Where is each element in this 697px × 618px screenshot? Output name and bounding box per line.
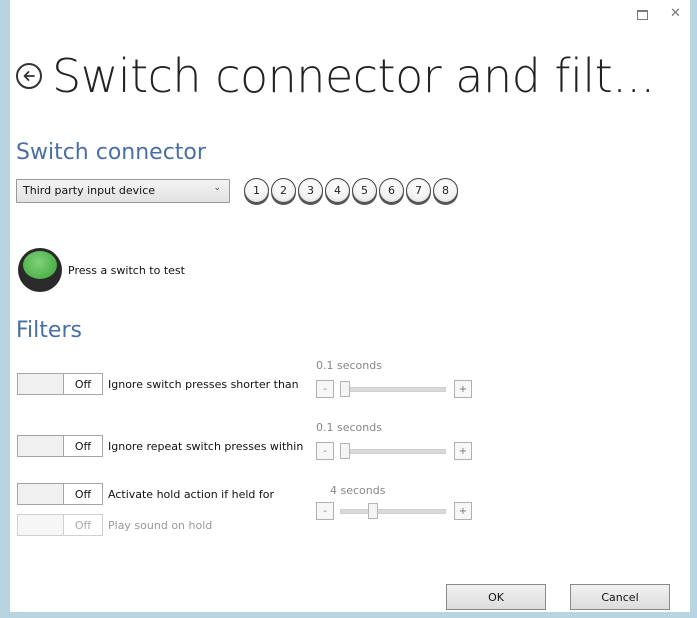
switch-8-button[interactable]: 8 <box>433 178 458 203</box>
ignore-short-presses-slider-thumb[interactable] <box>340 381 350 397</box>
switch-6-button[interactable]: 6 <box>379 178 404 203</box>
ignore-repeat-presses-slider-track[interactable] <box>340 449 446 454</box>
chevron-down-icon: ⌄ <box>213 183 221 193</box>
ignore-short-presses-label: Ignore switch presses shorter than <box>108 378 299 391</box>
play-sound-toggle: Off <box>17 514 103 536</box>
switch-1-button[interactable]: 1 <box>244 178 269 203</box>
switch-number-buttons: 1 2 3 4 5 6 7 8 <box>244 178 458 203</box>
filters-heading: Filters <box>16 318 82 343</box>
device-select-value: Third party input device <box>23 184 156 197</box>
hold-action-label: Activate hold action if held for <box>108 488 274 501</box>
switch-test-cap <box>23 251 57 279</box>
ok-button[interactable]: OK <box>446 584 546 610</box>
toggle-state: Off <box>63 515 102 535</box>
ignore-repeat-presses-slider-thumb[interactable] <box>340 443 350 459</box>
play-sound-label: Play sound on hold <box>108 519 213 532</box>
switch-4-button[interactable]: 4 <box>325 178 350 203</box>
page-title: Switch connector and filt... <box>52 49 655 103</box>
ignore-short-presses-value: 0.1 seconds <box>316 359 382 372</box>
switch-2-button[interactable]: 2 <box>271 178 296 203</box>
device-select[interactable]: Third party input device ⌄ <box>16 179 230 203</box>
hold-action-value: 4 seconds <box>330 484 386 497</box>
hold-action-slider-track[interactable] <box>340 509 446 514</box>
cancel-button[interactable]: Cancel <box>570 584 670 610</box>
switch-connector-heading: Switch connector <box>16 140 206 165</box>
hold-action-decrease[interactable]: - <box>316 502 334 520</box>
switch-test-label: Press a switch to test <box>68 264 185 277</box>
hold-action-increase[interactable]: + <box>454 502 472 520</box>
switch-5-button[interactable]: 5 <box>352 178 377 203</box>
toggle-state: Off <box>63 374 102 394</box>
toggle-state: Off <box>63 436 102 456</box>
dialog-window: ✕ Switch connector and filt... Switch co… <box>10 0 690 612</box>
ignore-repeat-presses-value: 0.1 seconds <box>316 421 382 434</box>
switch-test-indicator <box>18 248 62 292</box>
back-arrow-icon[interactable] <box>16 63 42 89</box>
ignore-repeat-presses-label: Ignore repeat switch presses within <box>108 440 304 453</box>
hold-action-toggle[interactable]: Off <box>17 483 103 505</box>
ignore-short-presses-increase[interactable]: + <box>454 380 472 398</box>
ignore-short-presses-toggle[interactable]: Off <box>17 373 103 395</box>
ignore-short-presses-slider-track[interactable] <box>340 387 446 392</box>
hold-action-slider-thumb[interactable] <box>368 503 379 519</box>
switch-7-button[interactable]: 7 <box>406 178 431 203</box>
title-row: Switch connector and filt... <box>16 46 655 106</box>
ignore-repeat-presses-increase[interactable]: + <box>454 442 472 460</box>
toggle-state: Off <box>63 484 102 504</box>
ignore-repeat-presses-toggle[interactable]: Off <box>17 435 103 457</box>
switch-3-button[interactable]: 3 <box>298 178 323 203</box>
maximize-icon[interactable] <box>637 10 648 20</box>
ignore-short-presses-decrease[interactable]: - <box>316 380 334 398</box>
close-icon[interactable]: ✕ <box>670 6 681 21</box>
ignore-repeat-presses-decrease[interactable]: - <box>316 442 334 460</box>
